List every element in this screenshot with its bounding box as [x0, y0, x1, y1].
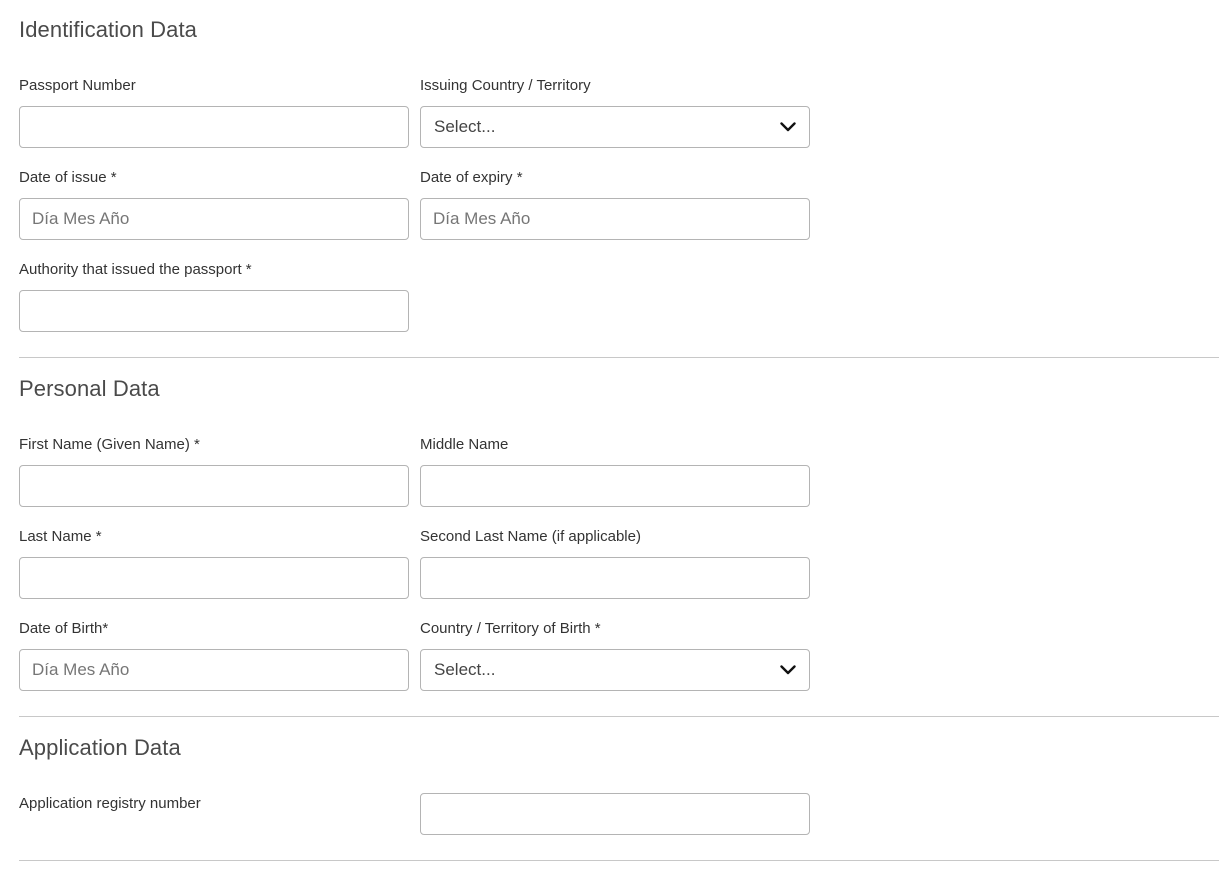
- issuing-country-label: Issuing Country / Territory: [420, 77, 591, 94]
- section-divider: [19, 357, 1219, 358]
- second-last-name-input[interactable]: [420, 557, 810, 599]
- date-of-issue-input[interactable]: [19, 198, 409, 240]
- date-of-birth-label: Date of Birth*: [19, 620, 109, 637]
- issuing-country-selected-value: Select...: [434, 117, 496, 136]
- last-name-label: Last Name *: [19, 528, 102, 545]
- identification-section-title: Identification Data: [19, 17, 198, 42]
- issuing-authority-label: Authority that issued the passport *: [19, 261, 252, 278]
- first-name-label: First Name (Given Name) *: [19, 436, 200, 453]
- registry-number-label: Application registry number: [19, 795, 201, 812]
- date-of-expiry-label: Date of expiry *: [420, 169, 523, 186]
- country-of-birth-select[interactable]: Select...: [420, 649, 810, 691]
- section-divider: [19, 860, 1219, 861]
- second-last-name-label: Second Last Name (if applicable): [420, 528, 641, 545]
- middle-name-input[interactable]: [420, 465, 810, 507]
- passport-number-input[interactable]: [19, 106, 409, 148]
- issuing-country-select[interactable]: Select...: [420, 106, 810, 148]
- first-name-input[interactable]: [19, 465, 409, 507]
- personal-section-title: Personal Data: [19, 376, 160, 401]
- middle-name-label: Middle Name: [420, 436, 509, 453]
- issuing-authority-input[interactable]: [19, 290, 409, 332]
- chevron-down-icon: [779, 661, 797, 679]
- section-divider: [19, 716, 1219, 717]
- chevron-down-icon: [779, 118, 797, 136]
- date-of-birth-input[interactable]: [19, 649, 409, 691]
- last-name-input[interactable]: [19, 557, 409, 599]
- application-section-title: Application Data: [19, 735, 181, 760]
- registry-number-input[interactable]: [420, 793, 810, 835]
- date-of-expiry-input[interactable]: [420, 198, 810, 240]
- passport-number-label: Passport Number: [19, 77, 136, 94]
- date-of-issue-label: Date of issue *: [19, 169, 117, 186]
- country-of-birth-selected-value: Select...: [434, 660, 496, 679]
- country-of-birth-label: Country / Territory of Birth *: [420, 620, 601, 637]
